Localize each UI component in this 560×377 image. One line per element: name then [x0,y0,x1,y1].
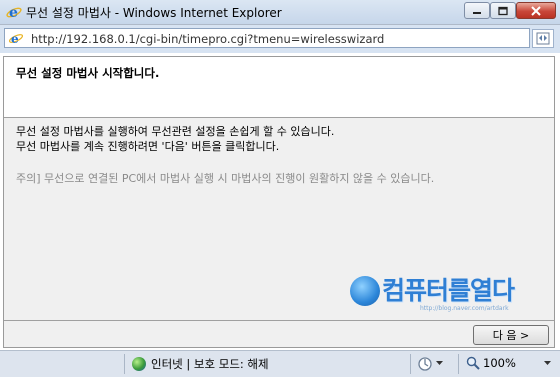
security-zone[interactable]: 인터넷 | 보호 모드: 해제 [132,356,269,372]
maximize-icon [498,6,508,15]
maximize-button[interactable] [490,2,516,19]
ie-logo-icon: e [6,5,22,20]
status-divider [410,354,411,374]
wizard-frame: 무선 설정 마법사 시작합니다. 무선 설정 마법사를 실행하여 무선관련 설정… [3,56,555,348]
window-titlebar[interactable]: e 무선 설정 마법사 - Windows Internet Explorer [0,0,560,25]
status-bar: 인터넷 | 보호 모드: 해제 100% [0,350,560,377]
chevron-down-icon[interactable] [544,361,551,366]
zoom-level[interactable]: 100% [466,356,516,370]
protected-mode-icon[interactable] [417,356,435,372]
status-divider [124,354,125,374]
window-title: 무선 설정 마법사 - Windows Internet Explorer [26,6,282,20]
internet-zone-icon [132,357,146,371]
url-text: http://192.168.0.1/cgi-bin/timepro.cgi?t… [31,32,385,46]
watermark-title: 컴퓨터를열다 [382,276,515,305]
footer-divider [4,320,554,321]
compatibility-view-icon [536,32,550,45]
watermark-subtitle: http://blog.naver.com/artdark [420,305,509,312]
watermark-globe-icon [350,276,380,306]
wizard-description-2: 무선 마법사를 계속 진행하려면 '다음' 버튼을 클릭합니다. [16,140,280,153]
security-zone-label: 인터넷 | 보호 모드: 해제 [151,357,269,371]
chevron-down-icon[interactable] [436,361,443,366]
next-button[interactable]: 다 음 > [473,325,549,345]
svg-text:e: e [11,32,19,45]
zoom-label: 100% [483,356,516,370]
wizard-title: 무선 설정 마법사 시작합니다. [16,66,160,80]
svg-text:e: e [9,5,18,20]
wizard-warning-note: 주의] 무선으로 연결된 PC에서 마법사 실행 시 마법사의 진행이 원활하지… [16,172,435,185]
status-divider [458,354,459,374]
page-icon: e [8,32,24,45]
wizard-description-1: 무선 설정 마법사를 실행하여 무선관련 설정을 손쉽게 할 수 있습니다. [16,125,335,138]
close-icon [531,5,541,16]
wizard-body: 무선 설정 마법사를 실행하여 무선관련 설정을 손쉽게 할 수 있습니다. 무… [4,118,554,320]
compatibility-view-button[interactable] [532,29,554,48]
close-button[interactable] [516,2,556,19]
watermark-logo: 컴퓨터를열다 http://blog.naver.com/artdark [350,270,550,316]
minimize-button[interactable] [464,2,490,19]
minimize-icon [473,11,481,14]
address-bar: e http://192.168.0.1/cgi-bin/timepro.cgi… [0,25,560,53]
address-field[interactable]: e http://192.168.0.1/cgi-bin/timepro.cgi… [4,28,530,48]
magnifier-icon [466,356,480,370]
wizard-header: 무선 설정 마법사 시작합니다. [4,57,554,118]
